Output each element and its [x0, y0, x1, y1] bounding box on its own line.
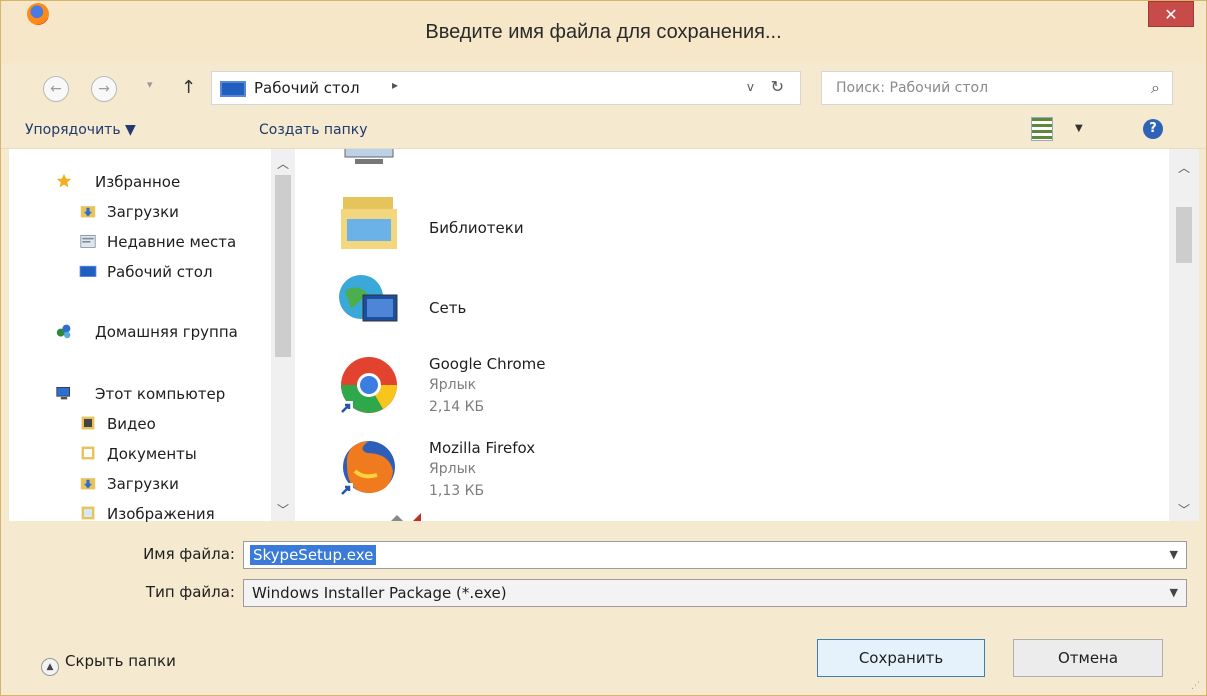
- view-options-icon[interactable]: [1031, 117, 1053, 141]
- sidebar-item-favorites[interactable]: Избранное: [55, 173, 180, 191]
- desktop-icon: [79, 265, 97, 277]
- address-row: ← → ▾ ↑ Рабочий стол ▸ v ↻ Поиск: Рабочи…: [1, 63, 1206, 113]
- back-button[interactable]: ←: [43, 76, 69, 102]
- firefox-icon: [339, 441, 395, 497]
- filename-input[interactable]: SkypeSetup.exe ▼: [243, 541, 1187, 569]
- network-icon: [339, 275, 398, 322]
- recent-places-icon: [80, 235, 96, 248]
- desktop-icon: [220, 81, 246, 97]
- sidebar-item-this-pc[interactable]: Этот компьютер: [55, 385, 225, 403]
- homegroup-icon: [56, 324, 71, 339]
- help-icon[interactable]: ?: [1143, 119, 1163, 139]
- sidebar-item-downloads-pc[interactable]: Загрузки: [79, 475, 179, 493]
- chevron-down-icon[interactable]: ﹀: [1172, 501, 1196, 518]
- navigation-pane: Избранное Загрузки Недавние места Рабочи…: [9, 149, 299, 523]
- sidebar-item-documents[interactable]: Документы: [79, 445, 197, 463]
- computer-icon: [56, 387, 70, 400]
- scrollbar-thumb[interactable]: [275, 175, 291, 357]
- scrollbar-thumb[interactable]: [1176, 207, 1192, 263]
- search-input[interactable]: Поиск: Рабочий стол ⌕: [821, 71, 1173, 105]
- recent-locations-button[interactable]: ▾: [147, 78, 153, 91]
- chevron-down-icon[interactable]: ﹀: [271, 501, 295, 518]
- filename-value[interactable]: SkypeSetup.exe: [250, 545, 377, 565]
- sidebar-item-video[interactable]: Видео: [79, 415, 156, 433]
- title-bar: Введите имя файла для сохранения... ✕: [1, 1, 1206, 63]
- chevron-down-icon[interactable]: ▼: [1170, 548, 1178, 561]
- browser-area: Избранное Загрузки Недавние места Рабочи…: [9, 149, 1199, 523]
- filetype-select[interactable]: Windows Installer Package (*.exe) ▼: [243, 579, 1187, 607]
- video-icon: [81, 416, 95, 430]
- search-icon[interactable]: ⌕: [1151, 78, 1160, 98]
- chevron-down-icon[interactable]: ▼: [1170, 586, 1178, 599]
- organize-button[interactable]: Упорядочить ▼: [25, 122, 136, 138]
- save-dialog: Введите имя файла для сохранения... ✕ ← …: [0, 0, 1207, 696]
- up-button[interactable]: ↑: [181, 77, 196, 98]
- command-toolbar: Упорядочить ▼ Создать папку ▼ ?: [1, 113, 1206, 149]
- filetype-label: Тип файла:: [145, 583, 235, 601]
- file-list-scrollbar[interactable]: ︿ ﹀: [1169, 149, 1199, 521]
- images-icon: [81, 506, 95, 520]
- downloads-icon: [80, 478, 96, 490]
- sidebar-item-desktop[interactable]: Рабочий стол: [79, 263, 213, 281]
- documents-icon: [81, 446, 95, 460]
- sidebar-item-images[interactable]: Изображения: [79, 505, 215, 523]
- downloads-icon: [80, 206, 96, 218]
- filetype-value: Windows Installer Package (*.exe): [252, 584, 507, 602]
- view-dropdown-button[interactable]: ▼: [1075, 123, 1083, 134]
- forward-button[interactable]: →: [91, 76, 117, 102]
- address-path[interactable]: Рабочий стол: [254, 79, 360, 97]
- computer-icon: [344, 149, 394, 164]
- filename-label: Имя файла:: [143, 545, 235, 563]
- chrome-icon: [339, 357, 397, 415]
- file-list: Библиотеки Сеть Google Chrome Ярлык 2,14…: [299, 149, 1169, 521]
- window-title: Введите имя файла для сохранения...: [425, 21, 782, 43]
- navigation-scrollbar[interactable]: ︿ ﹀: [271, 149, 295, 521]
- save-button[interactable]: Сохранить: [817, 639, 985, 677]
- star-icon: [56, 173, 72, 188]
- hide-folders-button[interactable]: ▲ Скрыть папки: [41, 652, 176, 676]
- libraries-icon: [341, 197, 397, 249]
- sidebar-item-downloads[interactable]: Загрузки: [79, 203, 179, 221]
- new-folder-button[interactable]: Создать папку: [259, 122, 368, 138]
- resize-grip-icon[interactable]: ⋰: [1191, 681, 1200, 691]
- chevron-up-icon: ▲: [41, 658, 59, 676]
- search-placeholder: Поиск: Рабочий стол: [836, 80, 989, 96]
- sidebar-item-homegroup[interactable]: Домашняя группа: [55, 323, 238, 341]
- address-dropdown[interactable]: v: [747, 80, 754, 94]
- shortcut-icon: [391, 513, 421, 521]
- close-button[interactable]: ✕: [1148, 1, 1194, 27]
- chevron-up-icon[interactable]: ︿: [1172, 159, 1196, 176]
- sidebar-item-recent-places[interactable]: Недавние места: [79, 233, 236, 251]
- chevron-up-icon[interactable]: ︿: [271, 155, 295, 172]
- cancel-button[interactable]: Отмена: [1013, 639, 1163, 677]
- chevron-right-icon[interactable]: ▸: [392, 78, 398, 92]
- refresh-icon[interactable]: ↻: [771, 77, 784, 96]
- address-bar[interactable]: Рабочий стол ▸ v ↻: [211, 71, 801, 105]
